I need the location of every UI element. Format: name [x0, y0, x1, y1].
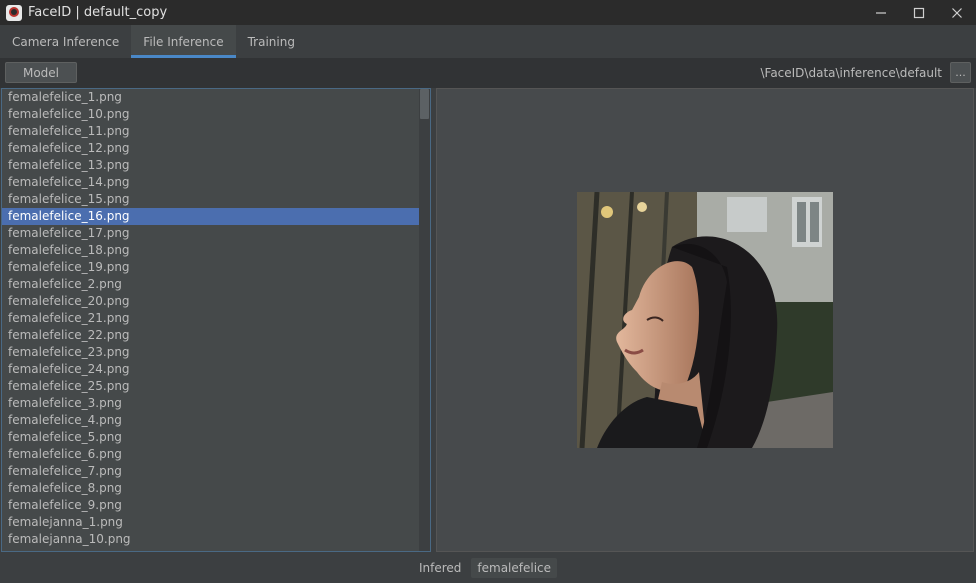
browse-button[interactable]: ... [950, 62, 971, 83]
image-preview-panel [436, 88, 974, 552]
file-list-item[interactable]: femalefelice_5.png [2, 429, 420, 446]
toolbar: Model \FaceID\data\inference\default ... [0, 58, 976, 88]
inferred-label: Infered [418, 560, 462, 575]
tab-bar: Camera Inference File Inference Training [0, 25, 976, 58]
file-list-item[interactable]: femalefelice_15.png [2, 191, 420, 208]
file-list-item[interactable]: femalefelice_1.png [2, 89, 420, 106]
file-list-item[interactable]: femalefelice_4.png [2, 412, 420, 429]
scrollbar-thumb[interactable] [420, 89, 429, 119]
preview-image [577, 192, 833, 448]
maximize-icon [913, 7, 925, 18]
file-list-item[interactable]: femalefelice_10.png [2, 106, 420, 123]
file-list-item[interactable]: femalefelice_18.png [2, 242, 420, 259]
inference-path-label: \FaceID\data\inference\default [760, 66, 942, 80]
faceid-app-icon [6, 4, 22, 21]
file-list-item[interactable]: femalefelice_13.png [2, 157, 420, 174]
file-list-item[interactable]: femalefelice_24.png [2, 361, 420, 378]
file-list-scrollbar[interactable] [419, 89, 430, 551]
minimize-button[interactable] [862, 0, 900, 25]
file-list-item[interactable]: femalefelice_11.png [2, 123, 420, 140]
tab-camera-inference[interactable]: Camera Inference [0, 25, 131, 58]
window-title: FaceID | default_copy [28, 5, 168, 20]
tab-training[interactable]: Training [236, 25, 307, 58]
file-list-item[interactable]: femalefelice_12.png [2, 140, 420, 157]
file-list-item[interactable]: femalefelice_16.png [2, 208, 420, 225]
file-list-item[interactable]: femalefelice_21.png [2, 310, 420, 327]
status-bar: Infered femalefelice [0, 552, 976, 583]
inferred-value: femalefelice [471, 557, 558, 578]
file-list-item[interactable]: femalefelice_23.png [2, 344, 420, 361]
file-list-item[interactable]: femalefelice_25.png [2, 378, 420, 395]
file-list-item[interactable]: femalefelice_8.png [2, 480, 420, 497]
close-button[interactable] [938, 0, 976, 25]
file-list-item[interactable]: femalefelice_14.png [2, 174, 420, 191]
face-photo [577, 192, 833, 448]
file-list-item[interactable]: femalefelice_3.png [2, 395, 420, 412]
file-list-item[interactable]: femalefelice_19.png [2, 259, 420, 276]
file-list-items: femalefelice_1.png femalefelice_10.png fem… [2, 89, 420, 548]
file-list-item[interactable]: femalefelice_17.png [2, 225, 420, 242]
model-button[interactable]: Model [5, 62, 77, 83]
file-list-item[interactable]: femalejanna_10.png [2, 531, 420, 548]
file-list-item[interactable]: femalefelice_20.png [2, 293, 420, 310]
file-list-item[interactable]: femalefelice_2.png [2, 276, 420, 293]
file-list-item[interactable]: femalefelice_6.png [2, 446, 420, 463]
minimize-icon [876, 11, 886, 14]
window-controls [862, 0, 976, 25]
file-list-item[interactable]: femalefelice_9.png [2, 497, 420, 514]
file-list-item[interactable]: femalejanna_1.png [2, 514, 420, 531]
maximize-button[interactable] [900, 0, 938, 25]
file-list[interactable]: femalefelice_1.png femalefelice_10.png fem… [1, 88, 431, 552]
file-list-item[interactable]: femalefelice_7.png [2, 463, 420, 480]
file-list-item[interactable]: femalefelice_22.png [2, 327, 420, 344]
close-icon [952, 7, 962, 18]
tab-file-inference[interactable]: File Inference [131, 25, 236, 58]
title-bar: FaceID | default_copy [0, 0, 976, 25]
